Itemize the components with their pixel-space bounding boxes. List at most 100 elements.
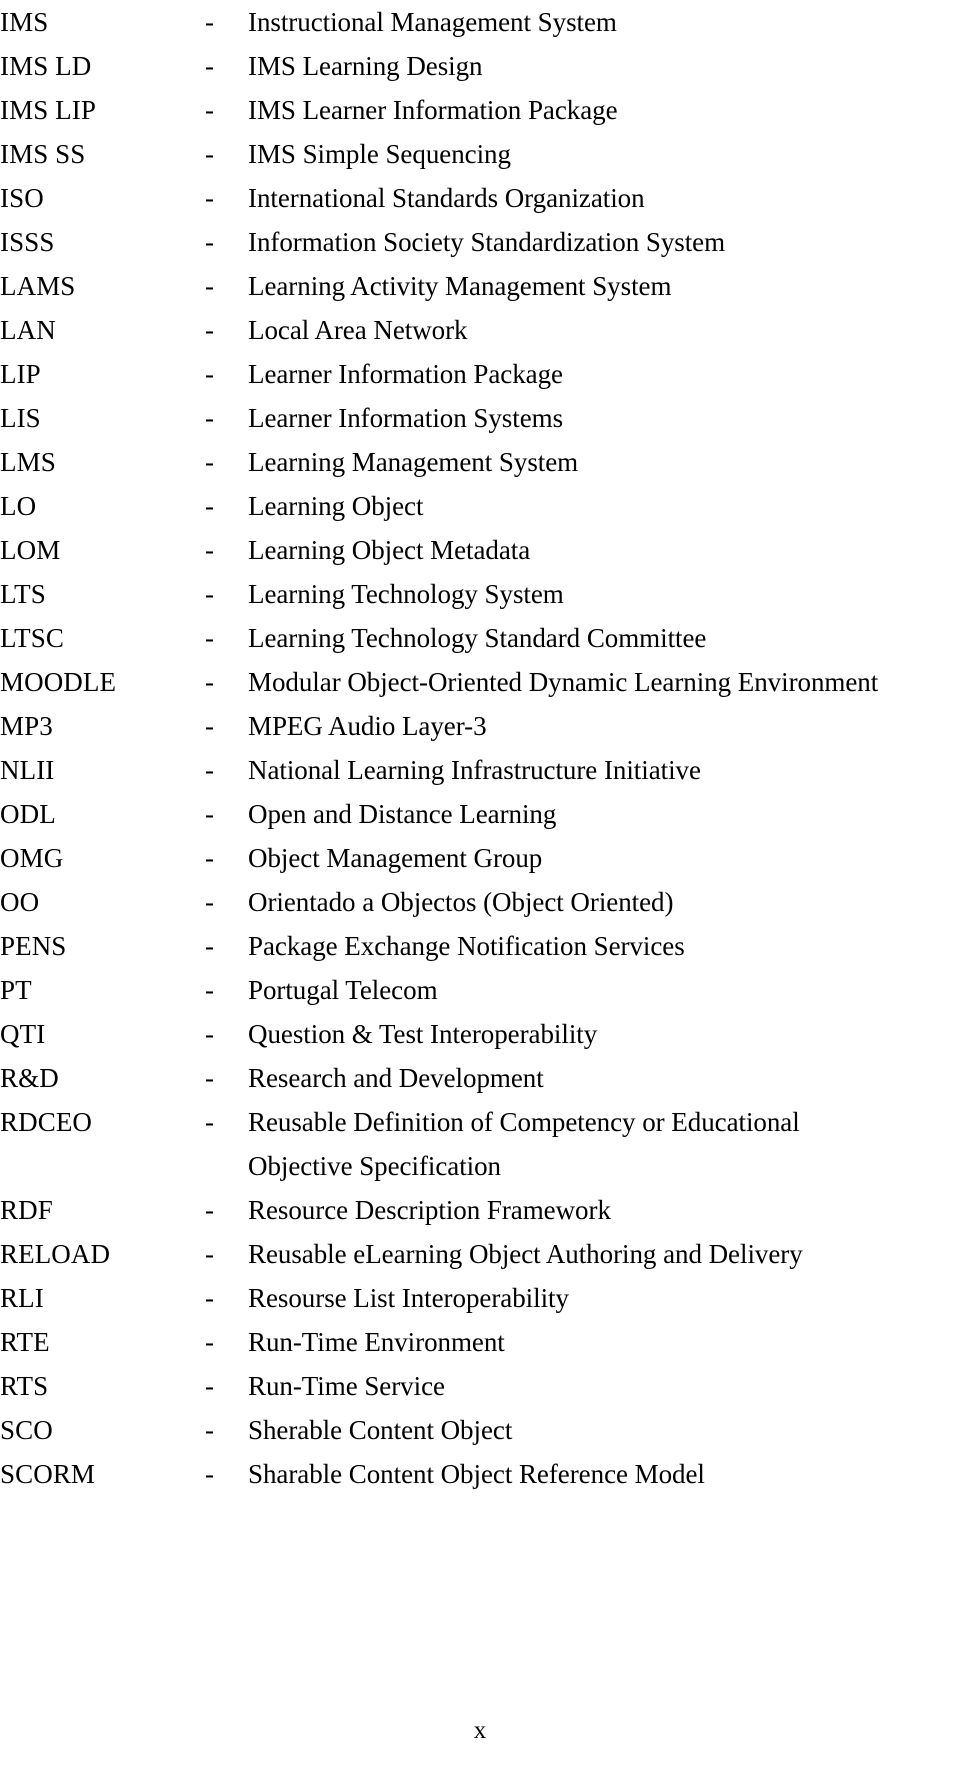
definition-line: MPEG Audio Layer-3 [248,711,487,741]
abbreviation-entry: RDF - Resource Description Framework [0,1188,960,1232]
abbreviation-term: RDCEO [0,1107,93,1137]
abbreviation-definition: Learning Technology System [248,572,960,616]
definition-line: Learner Information Systems [248,403,564,433]
dash-separator: - [205,843,214,873]
definition-line: Local Area Network [248,315,468,345]
document-page: IMS - Instructional Management System IMS L… [0,0,960,1766]
definition-line: Orientado a Objectos (Object Oriented) [248,887,674,917]
abbreviation-definition: Modular Object-Oriented Dynamic Learning… [248,660,960,704]
abbreviation-definition: Learner Information Systems [248,396,960,440]
abbreviation-term: PT [0,975,32,1005]
dash-separator: - [205,1327,214,1357]
abbreviation-definition: Package Exchange Notification Services [248,924,960,968]
abbreviations-list: IMS - Instructional Management System IMS L… [0,0,960,1496]
definition-line: Objective Specification [248,1151,502,1181]
abbreviation-term: OMG [0,843,64,873]
abbreviation-term: PENS [0,931,67,961]
abbreviation-definition: Local Area Network [248,308,960,352]
abbreviation-entry: IMS SS - IMS Simple Sequencing [0,132,960,176]
abbreviation-term: ODL [0,799,56,829]
abbreviation-term: LAN [0,315,56,345]
abbreviation-entry: LMS - Learning Management System [0,440,960,484]
definition-line: Learning Activity Management System [248,271,672,301]
dash-separator: - [205,1283,214,1313]
abbreviation-term: QTI [0,1019,46,1049]
dash-separator: - [205,1371,214,1401]
dash-separator: - [205,183,214,213]
definition-line: National Learning Infrastructure Initiat… [248,755,701,785]
abbreviation-definition: Sherable Content Object [248,1408,960,1452]
definition-line: Reusable eLearning Object Authoring and … [248,1239,803,1269]
definition-line: Learning Object [248,491,424,521]
definition-line: Run-Time Service [248,1371,445,1401]
dash-separator: - [205,623,214,653]
dash-separator: - [205,1415,214,1445]
abbreviation-term: LAMS [0,271,76,301]
abbreviation-definition: Learning Object [248,484,960,528]
abbreviation-definition: IMS Learner Information Package [248,88,960,132]
dash-separator: - [205,359,214,389]
abbreviation-entry: RLI - Resourse List Interoperability [0,1276,960,1320]
abbreviation-term: OO [0,887,40,917]
definition-line: IMS Learning Design [248,51,483,81]
definition-line: IMS Learner Information Package [248,95,618,125]
definition-line: IMS Simple Sequencing [248,139,511,169]
dash-separator: - [205,667,214,697]
abbreviation-definition: Sharable Content Object Reference Model [248,1452,960,1496]
dash-separator: - [205,1239,214,1269]
dash-separator: - [205,1107,214,1137]
dash-separator: - [205,447,214,477]
abbreviation-entry: LOM - Learning Object Metadata [0,528,960,572]
abbreviation-entry: NLII - National Learning Infrastructure In… [0,748,960,792]
dash-separator: - [205,711,214,741]
abbreviation-entry: LAMS - Learning Activity Management System [0,264,960,308]
abbreviation-definition: IMS Learning Design [248,44,960,88]
definition-line: Learning Management System [248,447,579,477]
abbreviation-entry: ISO - International Standards Organization [0,176,960,220]
abbreviation-term: LIS [0,403,41,433]
definition-line: Sherable Content Object [248,1415,513,1445]
abbreviation-term: LTS [0,579,46,609]
dash-separator: - [205,535,214,565]
abbreviation-entry: ISSS - Information Society Standardization… [0,220,960,264]
abbreviation-definition: Resource Description Framework [248,1188,960,1232]
abbreviation-entry: RTE - Run-Time Environment [0,1320,960,1364]
definition-line: Research and Development [248,1063,544,1093]
abbreviation-entry: OMG - Object Management Group [0,836,960,880]
abbreviation-entry: RELOAD - Reusable eLearning Object Authori… [0,1232,960,1276]
abbreviation-definition: Resourse List Interoperability [248,1276,960,1320]
dash-separator: - [205,931,214,961]
abbreviation-term: IMS LD [0,51,92,81]
abbreviation-entry: LTSC - Learning Technology Standard Commit… [0,616,960,660]
abbreviation-definition: Learner Information Package [248,352,960,396]
abbreviation-term: LIP [0,359,41,389]
definition-line: Run-Time Environment [248,1327,505,1357]
definition-line: Resourse List Interoperability [248,1283,569,1313]
dash-separator: - [205,51,214,81]
definition-line: Object Management Group [248,843,543,873]
abbreviation-term: MOODLE [0,667,117,697]
dash-separator: - [205,403,214,433]
definition-line: Learner Information Package [248,359,563,389]
abbreviation-definition: Instructional Management System [248,0,960,44]
abbreviation-term: SCO [0,1415,53,1445]
abbreviation-entry: PT - Portugal Telecom [0,968,960,1012]
abbreviation-entry: OO - Orientado a Objectos (Object Oriented… [0,880,960,924]
abbreviation-entry: LO - Learning Object [0,484,960,528]
definition-line: Learning Technology Standard Committee [248,623,707,653]
abbreviation-definition: Information Society Standardization Syst… [248,220,960,264]
abbreviation-definition: Learning Management System [248,440,960,484]
abbreviation-definition: Question & Test Interoperability [248,1012,960,1056]
dash-separator: - [205,1459,214,1489]
abbreviation-entry: SCO - Sherable Content Object [0,1408,960,1452]
definition-line: Reusable Definition of Competency or Edu… [248,1107,800,1137]
dash-separator: - [205,139,214,169]
abbreviation-entry: QTI - Question & Test Interoperability [0,1012,960,1056]
abbreviation-term: MP3 [0,711,53,741]
dash-separator: - [205,1063,214,1093]
abbreviation-definition: International Standards Organization [248,176,960,220]
abbreviation-definition: National Learning Infrastructure Initiat… [248,748,960,792]
abbreviation-entry: RDCEO - Reusable Definition of Competency … [0,1100,960,1188]
dash-separator: - [205,755,214,785]
abbreviation-term: ISSS [0,227,55,257]
